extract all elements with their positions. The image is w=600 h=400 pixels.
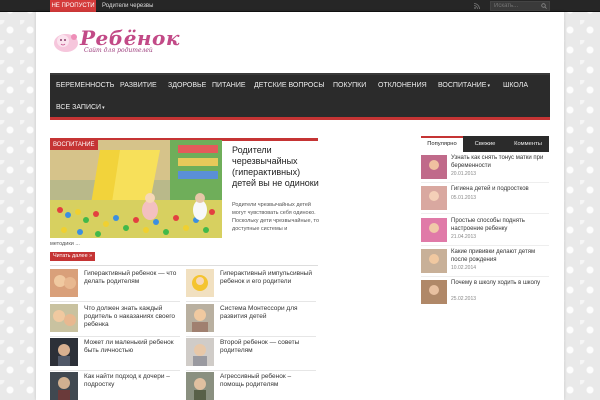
- featured-image[interactable]: ВОСПИТАНИЕ: [50, 140, 222, 238]
- main-nav: БЕРЕМЕННОСТЬ РАЗВИТИЕ ЗДОРОВЬЕ ПИТАНИЕ Д…: [50, 73, 550, 120]
- playground-photo: [50, 140, 222, 238]
- divider: [186, 301, 316, 302]
- post-thumbnail: [50, 269, 78, 297]
- divider: [50, 370, 180, 371]
- divider: [421, 182, 549, 183]
- list-item[interactable]: Как найти подход к дочери – подростку: [50, 372, 180, 400]
- post-thumbnail: [421, 186, 447, 210]
- sidebar-post[interactable]: Какие прививки делают детям после рожден…: [421, 249, 551, 279]
- post-title[interactable]: Гиперактивный импульсивный ребенок и его…: [220, 270, 314, 286]
- tab-popular[interactable]: Популярно: [421, 136, 463, 152]
- nav-item-shopping[interactable]: ПОКУПКИ: [329, 75, 370, 97]
- list-item[interactable]: Что должен знать каждый родитель о наказ…: [50, 304, 180, 334]
- post-thumbnail: [50, 338, 78, 366]
- rss-icon[interactable]: [474, 3, 480, 9]
- chevron-down-icon: ▾: [102, 105, 105, 111]
- post-title[interactable]: Система Монтессори для развития детей: [220, 305, 314, 321]
- sidebar-post[interactable]: Почему в школу ходить в школу 25.02.2013: [421, 280, 551, 310]
- post-thumbnail: [50, 372, 78, 400]
- top-bar: НЕ ПРОПУСТИ Родители черезвы: [0, 0, 600, 12]
- divider: [421, 276, 549, 277]
- tab-recent[interactable]: Свежие: [464, 136, 506, 152]
- featured-title[interactable]: Родители черезвычайных (гиперактивных) д…: [232, 145, 320, 189]
- post-title[interactable]: Как найти подход к дочери – подростку: [84, 373, 178, 389]
- post-title[interactable]: Гиперактивный ребенок — что делать родит…: [84, 270, 178, 286]
- post-thumbnail: [186, 269, 214, 297]
- sidebar-post[interactable]: Гигиена детей и подростков 05.01.2013: [421, 186, 551, 216]
- breaking-news-link[interactable]: Родители черезвы: [102, 0, 153, 12]
- featured-excerpt-tail: методики ...: [50, 241, 80, 247]
- category-tag[interactable]: ВОСПИТАНИЕ: [50, 140, 98, 150]
- sidebar-post-date: 10.02.2014: [451, 265, 477, 271]
- post-title[interactable]: Может ли маленький ребенок быть личность…: [84, 339, 178, 355]
- list-item[interactable]: Система Монтессори для развития детей: [186, 304, 316, 334]
- post-title[interactable]: Агрессивный ребенок – помощь родителям: [220, 373, 314, 389]
- search-icon[interactable]: [541, 3, 547, 9]
- sidebar-tabs: Популярно Свежие Комменты: [421, 136, 549, 152]
- sidebar-post[interactable]: Узнать как снять тонус матки при беремен…: [421, 155, 551, 185]
- sidebar-post-title[interactable]: Гигиена детей и подростков: [451, 186, 549, 194]
- nav-item-pregnancy[interactable]: БЕРЕМЕННОСТЬ: [52, 75, 118, 97]
- breaking-news-badge: НЕ ПРОПУСТИ: [50, 0, 96, 12]
- baby-logo-icon: [54, 34, 78, 52]
- list-item[interactable]: Агрессивный ребенок – помощь родителям: [186, 372, 316, 400]
- chevron-down-icon: ▾: [487, 83, 490, 89]
- post-thumbnail: [186, 338, 214, 366]
- list-item[interactable]: Гиперактивный импульсивный ребенок и его…: [186, 269, 316, 299]
- nav-item-school[interactable]: ШКОЛА: [499, 75, 532, 97]
- post-thumbnail: [421, 218, 447, 242]
- divider: [421, 213, 549, 214]
- sidebar-post-title[interactable]: Простые способы поднять настроение ребен…: [451, 218, 549, 233]
- divider: [50, 336, 180, 337]
- post-thumbnail: [421, 155, 447, 179]
- sidebar-post[interactable]: Простые способы поднять настроение ребен…: [421, 218, 551, 248]
- list-item[interactable]: Может ли маленький ребенок быть личность…: [50, 338, 180, 368]
- sidebar-post-date: 05.01.2013: [451, 195, 477, 201]
- logo-subtitle: Сайт для родителей: [84, 47, 153, 54]
- post-thumbnail: [421, 249, 447, 273]
- post-thumbnail: [186, 372, 214, 400]
- sidebar-post-date: 20.01.2013: [451, 171, 477, 177]
- site-logo[interactable]: Ребёнок Сайт для родителей: [50, 26, 179, 56]
- divider: [50, 301, 180, 302]
- post-thumbnail: [421, 280, 447, 304]
- post-title[interactable]: Второй ребенок — советы родителям: [220, 339, 314, 355]
- nav-item-kids-questions[interactable]: ДЕТСКИЕ ВОПРОСЫ: [250, 75, 329, 97]
- post-thumbnail: [50, 304, 78, 332]
- featured-excerpt: Родители чрезвычайных детей могут чувств…: [232, 202, 320, 232]
- divider: [186, 336, 316, 337]
- divider: [50, 265, 318, 266]
- read-more-button[interactable]: Читать далее »: [50, 252, 96, 261]
- nav-item-all-posts[interactable]: ВСЕ ЗАПИСИ▾: [52, 97, 109, 119]
- nav-item-health[interactable]: ЗДОРОВЬЕ: [164, 75, 210, 97]
- sidebar-post-title[interactable]: Узнать как снять тонус матки при беремен…: [451, 155, 549, 170]
- sidebar-post-date: 25.02.2013: [451, 296, 477, 302]
- post-title[interactable]: Что должен знать каждый родитель о наказ…: [84, 305, 178, 329]
- tab-comments[interactable]: Комменты: [507, 136, 549, 152]
- divider: [186, 370, 316, 371]
- sidebar-post-date: 21.04.2013: [451, 234, 477, 240]
- nav-item-development[interactable]: РАЗВИТИЕ: [116, 75, 161, 97]
- sidebar-post-title[interactable]: Какие прививки делают детям после рожден…: [451, 249, 549, 264]
- sidebar-post-title[interactable]: Почему в школу ходить в школу: [451, 280, 549, 288]
- nav-item-nutrition[interactable]: ПИТАНИЕ: [208, 75, 250, 97]
- divider: [421, 245, 549, 246]
- nav-item-upbringing[interactable]: ВОСПИТАНИЕ▾: [434, 75, 494, 97]
- nav-item-deviations[interactable]: ОТКЛОНЕНИЯ: [374, 75, 431, 97]
- list-item[interactable]: Гиперактивный ребенок — что делать родит…: [50, 269, 180, 299]
- list-item[interactable]: Второй ребенок — советы родителям: [186, 338, 316, 368]
- post-thumbnail: [186, 304, 214, 332]
- page-container: Ребёнок Сайт для родителей БЕРЕМЕННОСТЬ …: [36, 12, 564, 400]
